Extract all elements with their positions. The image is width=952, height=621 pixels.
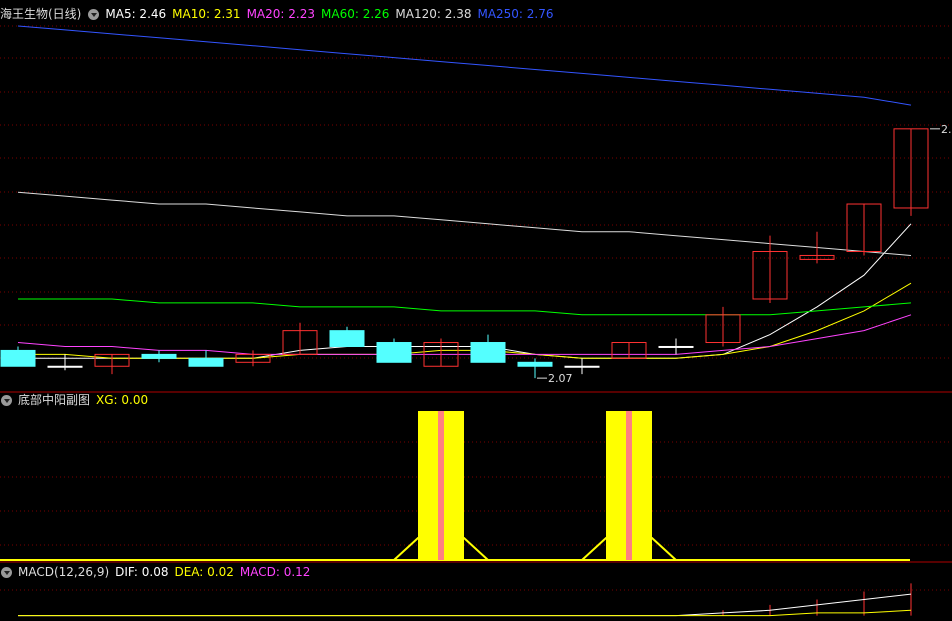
ma-label-3: MA60: 2.26 xyxy=(321,7,390,21)
candle-body xyxy=(470,342,506,363)
xg-signal-stripe xyxy=(626,411,632,560)
ma-label-4: MA120: 2.38 xyxy=(395,7,472,21)
macd-panel-title: MACD(12,26,9) xyxy=(18,565,110,579)
ma-label-0: MA5: 2.46 xyxy=(105,7,167,21)
annotation-label: 2.70 xyxy=(941,123,952,136)
candle-body xyxy=(0,349,36,367)
macd-label-1: DEA: 0.02 xyxy=(174,565,234,579)
macd-panel-header: MACD(12,26,9) DIF: 0.08 DEA: 0.02 MACD: 0.1… xyxy=(0,564,322,580)
ma-indicator-list: MA5: 2.46 MA10: 2.31 MA20: 2.23 MA60: 2.26 M… xyxy=(105,7,559,21)
dea-line xyxy=(18,609,912,617)
ma-label-5: MA250: 2.76 xyxy=(477,7,554,21)
signal-subchart xyxy=(0,411,910,561)
macd-subchart xyxy=(18,583,912,617)
xg-label-0: XG: 0.00 xyxy=(96,393,149,407)
candle-body xyxy=(141,353,177,359)
candle-body xyxy=(658,345,694,348)
candlesticks[interactable] xyxy=(0,128,929,379)
dropdown-icon[interactable] xyxy=(1,567,12,578)
sub-panel-header: 底部中阳副图 XG: 0.00 xyxy=(0,392,160,408)
dif-line xyxy=(18,593,912,617)
ma-label-1: MA10: 2.31 xyxy=(172,7,241,21)
stock-chart: 2.07 2.70 xyxy=(0,25,952,617)
sub-panel-title: 底部中阳副图 xyxy=(18,393,91,407)
macd-label-0: DIF: 0.08 xyxy=(115,565,169,579)
macd-label-2: MACD: 0.12 xyxy=(239,565,311,579)
ma-line-4 xyxy=(17,191,912,256)
xg-indicator: XG: 0.00 xyxy=(96,393,154,407)
dropdown-icon[interactable] xyxy=(88,9,100,20)
grid-lines xyxy=(0,25,952,591)
annotation-label: 2.07 xyxy=(548,372,573,385)
macd-indicator-list: DIF: 0.08 DEA: 0.02 MACD: 0.12 xyxy=(115,565,316,579)
ma-line-2 xyxy=(17,314,912,355)
xg-signal-stripe xyxy=(438,411,444,560)
candle-body xyxy=(376,342,412,363)
ma-line-3 xyxy=(18,298,912,316)
dropdown-icon[interactable] xyxy=(1,395,12,406)
main-panel-header: 海王生物(日线) MA5: 2.46 MA10: 2.31 MA20: 2.23 MA6… xyxy=(0,6,566,22)
ma-label-2: MA20: 2.23 xyxy=(246,7,315,21)
stock-name: 海王生物(日线) xyxy=(0,7,82,21)
ma-line-5 xyxy=(17,25,912,106)
candle-body xyxy=(188,357,224,367)
candle-body xyxy=(564,365,600,368)
candle-body xyxy=(517,361,553,367)
candle-body xyxy=(47,365,83,368)
candle-body xyxy=(329,330,365,347)
ma-line-1 xyxy=(18,282,912,359)
